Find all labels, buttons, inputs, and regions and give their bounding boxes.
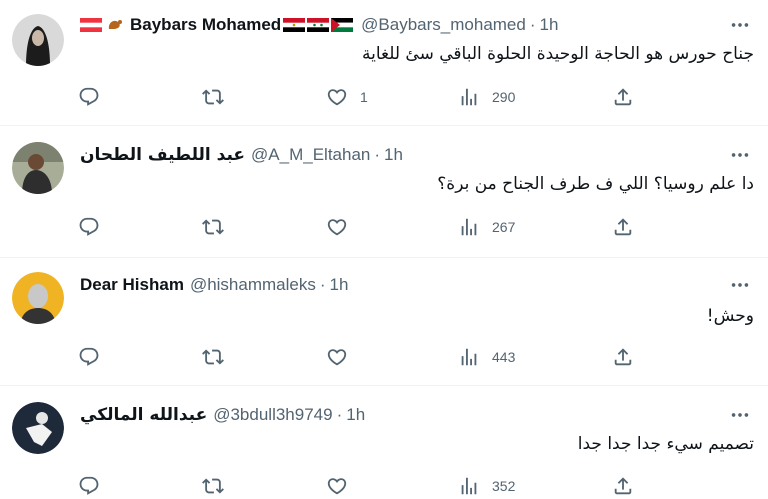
timestamp[interactable]: 1h	[540, 15, 559, 35]
palestine-flag-icon	[331, 18, 354, 32]
retweet-icon	[202, 89, 224, 105]
author-name[interactable]: Dear Hisham	[80, 275, 184, 295]
share-button[interactable]	[612, 344, 634, 370]
syria-flag-icon	[307, 18, 330, 32]
share-icon	[614, 477, 632, 495]
heart-icon	[327, 478, 347, 495]
like-button[interactable]: 1	[326, 84, 368, 110]
separator: ·	[529, 15, 536, 34]
avatar[interactable]	[12, 14, 64, 66]
view-count: 267	[492, 219, 516, 235]
retweet-icon	[202, 478, 224, 494]
scorpion-emoji-icon	[104, 18, 122, 32]
tweet-actions: 443	[78, 344, 648, 370]
timestamp[interactable]: 1h	[330, 275, 349, 295]
author-name[interactable]: عبدالله المالكي	[80, 405, 207, 425]
share-button[interactable]	[612, 84, 634, 110]
reply-button[interactable]	[78, 344, 100, 370]
tweet-item[interactable]: Dear Hisham @hishammaleks · 1h وحش! 443	[0, 258, 768, 386]
tweet-text: دا علم روسيا؟ اللي ف طرف الجناح من برة؟	[437, 174, 754, 194]
retweet-button[interactable]	[202, 344, 224, 370]
retweet-icon	[202, 219, 224, 235]
avatar[interactable]	[12, 272, 64, 324]
like-button[interactable]	[326, 344, 360, 370]
author-handle[interactable]: @hishammaleks	[190, 275, 316, 295]
more-options-button[interactable]	[726, 145, 754, 165]
reply-button[interactable]	[78, 214, 100, 240]
heart-icon	[327, 89, 347, 106]
more-icon	[731, 283, 749, 287]
reply-button[interactable]	[78, 473, 100, 499]
author-handle[interactable]: @A_M_Eltahan	[251, 145, 370, 165]
more-options-button[interactable]	[726, 15, 754, 35]
retweet-button[interactable]	[202, 214, 224, 240]
share-button[interactable]	[612, 473, 634, 499]
view-count: 443	[492, 349, 516, 365]
tweet-actions: 352	[78, 473, 648, 499]
avatar[interactable]	[12, 402, 64, 454]
timestamp[interactable]: 1h	[346, 405, 365, 425]
timestamp[interactable]: 1h	[384, 145, 403, 165]
more-options-button[interactable]	[726, 275, 754, 295]
views-icon	[461, 477, 477, 495]
tweet-actions: 267	[78, 214, 648, 240]
tweet-actions: 1 290	[78, 84, 648, 110]
views-icon	[461, 88, 477, 106]
tweet-text: وحش!	[706, 306, 754, 326]
tweet-header: عبدالله المالكي @3bdull3h9749 · 1h	[80, 404, 365, 426]
like-button[interactable]	[326, 214, 360, 240]
more-icon	[731, 23, 749, 27]
author-handle[interactable]: @3bdull3h9749	[213, 405, 332, 425]
views-icon	[461, 218, 477, 236]
retweet-button[interactable]	[202, 473, 224, 499]
reply-icon	[79, 476, 99, 495]
views-button[interactable]: 290	[458, 84, 515, 110]
more-icon	[731, 153, 749, 157]
tweet-text: تصميم سيء جدا جدا جدا	[577, 434, 754, 454]
heart-icon	[327, 219, 347, 236]
heart-icon	[327, 349, 347, 366]
retweet-icon	[202, 349, 224, 365]
author-name[interactable]: Baybars Mohamed	[130, 15, 281, 35]
more-options-button[interactable]	[726, 405, 754, 425]
share-icon	[614, 218, 632, 236]
separator: ·	[336, 405, 343, 424]
tweet-header: Baybars Mohamed @Baybars_mohamed · 1h	[80, 14, 558, 36]
more-icon	[731, 413, 749, 417]
reply-icon	[79, 217, 99, 236]
tweet-text: جناح حورس هو الحاجة الوحيدة الحلوة الباق…	[361, 44, 754, 64]
share-icon	[614, 348, 632, 366]
separator: ·	[319, 275, 326, 294]
reply-icon	[79, 87, 99, 106]
share-icon	[614, 88, 632, 106]
austria-flag-icon	[80, 18, 102, 32]
avatar[interactable]	[12, 142, 64, 194]
author-handle[interactable]: @Baybars_mohamed	[361, 15, 526, 35]
share-button[interactable]	[612, 214, 634, 240]
reply-icon	[79, 347, 99, 366]
reply-button[interactable]	[78, 84, 100, 110]
views-button[interactable]: 352	[458, 473, 515, 499]
views-button[interactable]: 443	[458, 344, 515, 370]
tweet-header: Dear Hisham @hishammaleks · 1h	[80, 274, 348, 296]
like-count: 1	[360, 89, 368, 105]
view-count: 290	[492, 89, 516, 105]
tweet-header: عبد اللطيف الطحان @A_M_Eltahan · 1h	[80, 144, 403, 166]
tweet-item[interactable]: عبدالله المالكي @3bdull3h9749 · 1h تصميم…	[0, 386, 768, 499]
tweet-item[interactable]: Baybars Mohamed @Baybars_mohamed · 1h جن…	[0, 0, 768, 126]
views-button[interactable]: 267	[458, 214, 515, 240]
view-count: 352	[492, 478, 516, 494]
author-name[interactable]: عبد اللطيف الطحان	[80, 145, 245, 165]
views-icon	[461, 348, 477, 366]
like-button[interactable]	[326, 473, 360, 499]
separator: ·	[374, 145, 381, 164]
retweet-button[interactable]	[202, 84, 224, 110]
tweet-item[interactable]: عبد اللطيف الطحان @A_M_Eltahan · 1h دا ع…	[0, 126, 768, 258]
egypt-flag-icon	[283, 18, 306, 32]
